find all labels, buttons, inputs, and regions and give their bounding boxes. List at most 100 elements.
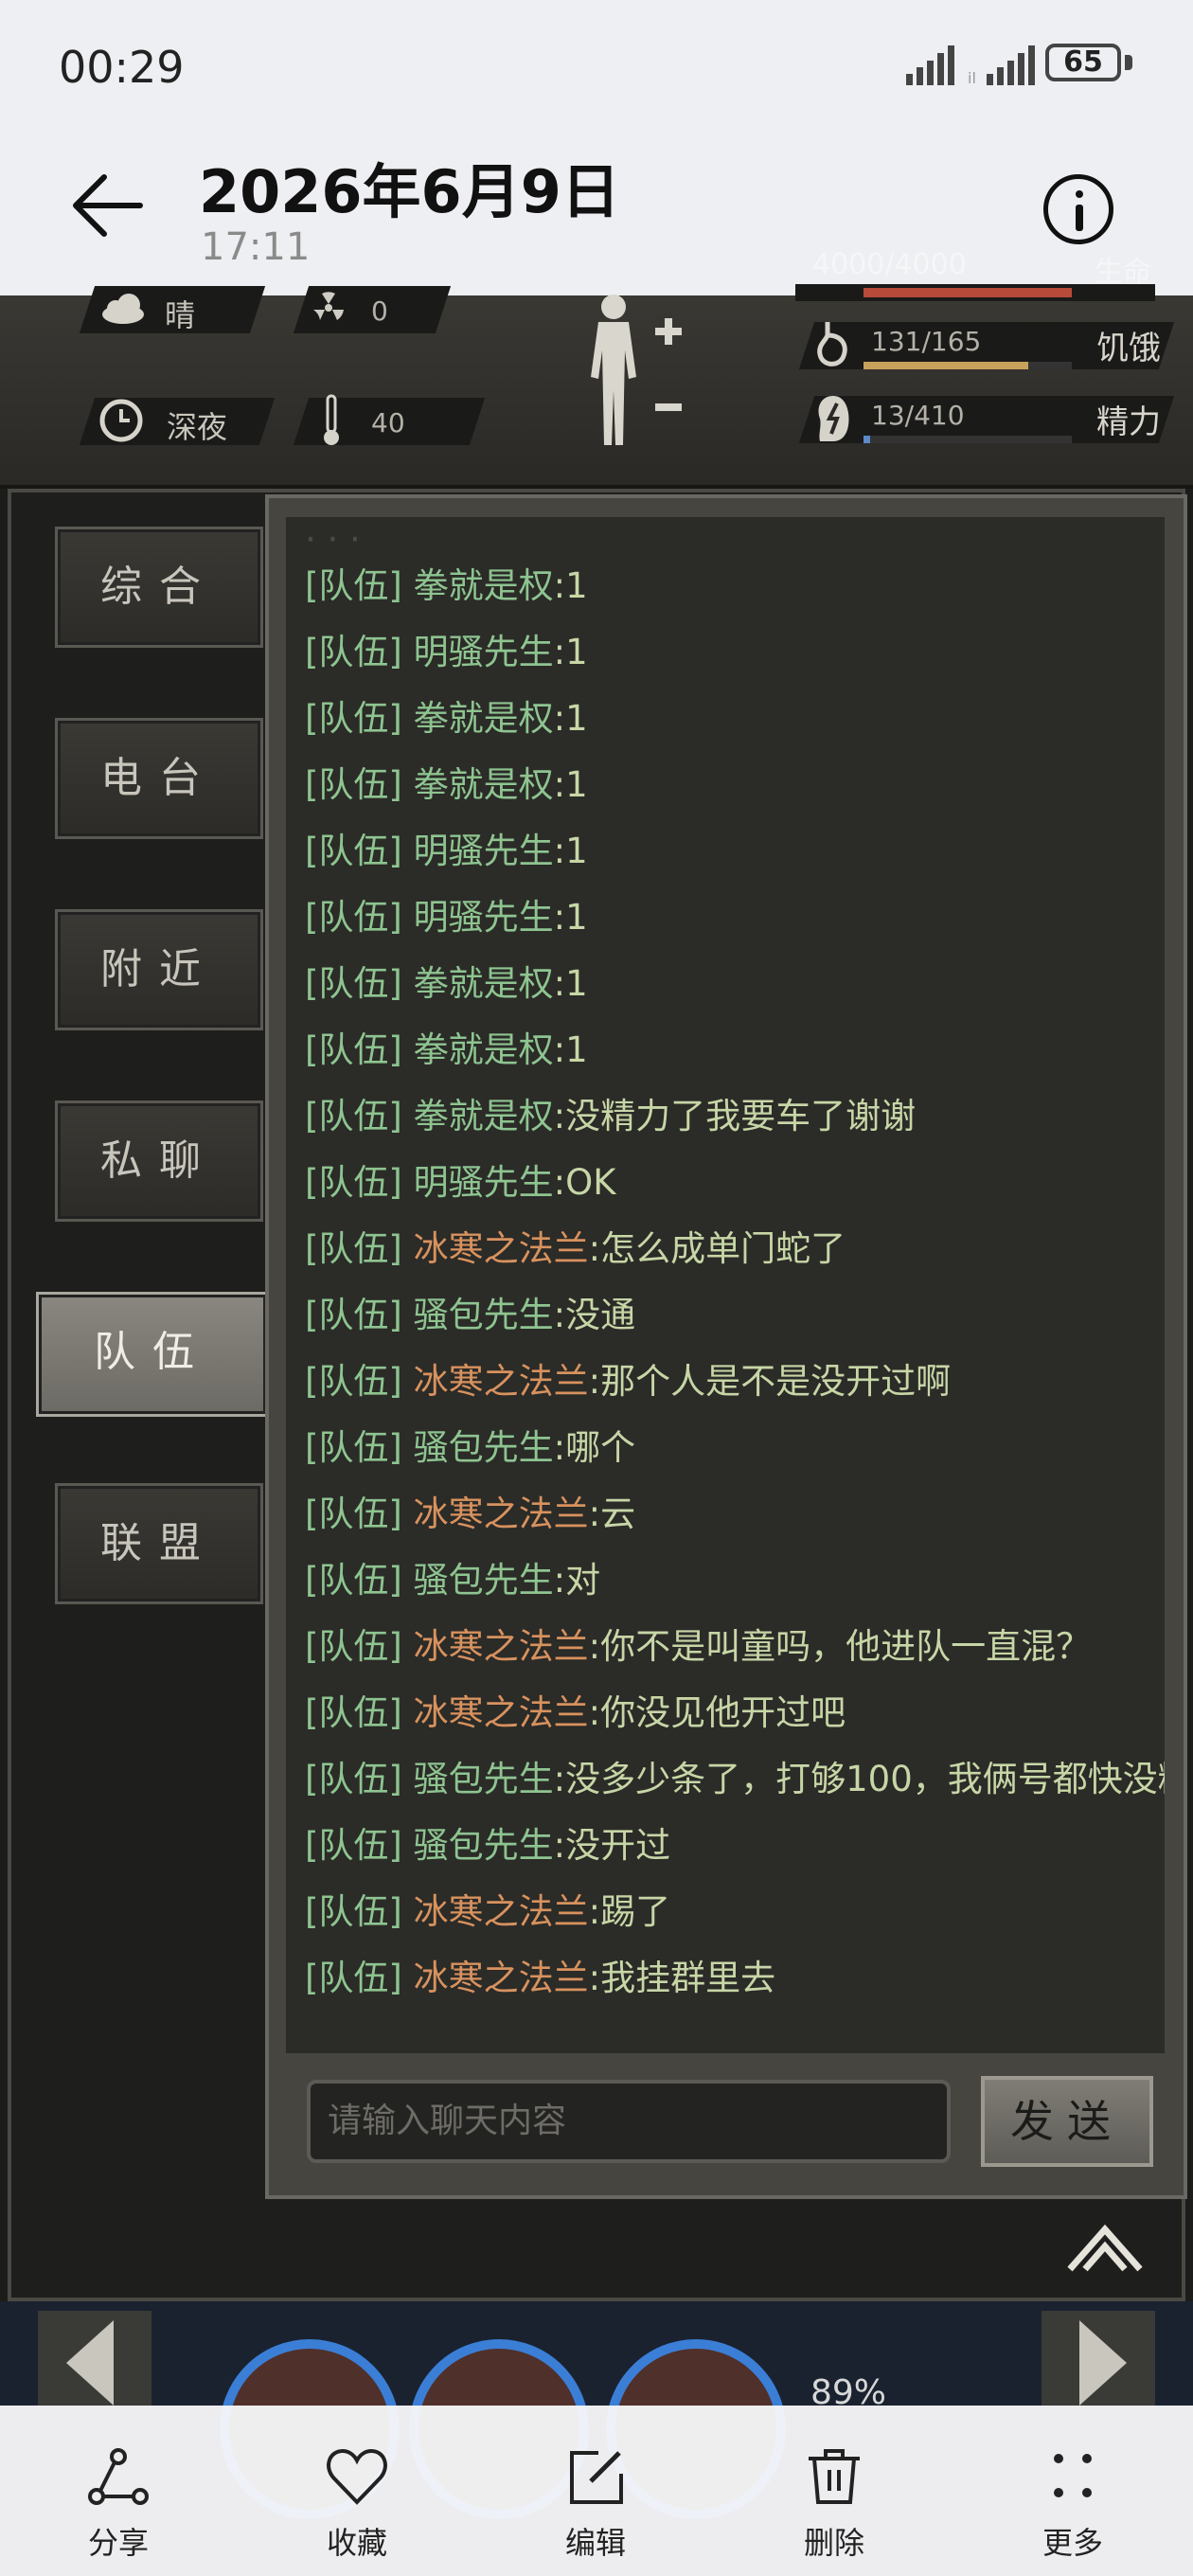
battery-level: 65	[1063, 45, 1103, 79]
tab-private[interactable]: 私聊	[55, 1100, 263, 1222]
chat-message: [队伍] 拳就是权:1	[305, 955, 588, 1006]
chat-message: [队伍] 拳就是权:1	[305, 1021, 588, 1072]
chat-message-text: 1	[565, 632, 588, 672]
chat-channel-tag: [队伍]	[305, 1029, 402, 1070]
chat-log[interactable]: · · · [队伍] 拳就是权:1 [队伍] 明骚先生:1 [队伍] 拳就是权:1[…	[286, 517, 1165, 2053]
delete-button[interactable]: 删除	[763, 2443, 905, 2563]
chat-username: 骚包先生	[413, 1295, 554, 1335]
chat-username: 拳就是权	[413, 1029, 554, 1070]
chat-message-clipped: · · ·	[305, 519, 361, 560]
tab-alliance[interactable]: 联盟	[55, 1483, 263, 1604]
skill-bar	[0, 2301, 1193, 2415]
chat-username: 冰寒之法兰	[413, 1958, 589, 1998]
time-of-day-text: 深夜	[167, 409, 228, 445]
chat-username: 冰寒之法兰	[413, 1361, 589, 1402]
info-bar	[1076, 205, 1083, 231]
chat-message: [队伍] 冰寒之法兰:我挂群里去	[305, 1949, 775, 2000]
chat-message-text: 1	[565, 963, 588, 1004]
chat-separator: :	[588, 1361, 601, 1402]
chat-separator: :	[553, 1096, 566, 1136]
chat-message-text: 哪个	[565, 1427, 636, 1468]
chat-channel-tag: [队伍]	[305, 1162, 402, 1203]
chat-message: [队伍] 骚包先生:没通	[305, 1286, 635, 1337]
life-label: 生命	[1095, 256, 1151, 289]
chat-message-text: 没精力了我要车了谢谢	[565, 1096, 917, 1136]
more-button[interactable]: 更多	[1002, 2443, 1144, 2563]
collapse-up-icon[interactable]	[1066, 2222, 1144, 2273]
thermometer-icon	[324, 394, 339, 445]
page-subtitle: 17:11	[201, 225, 311, 269]
send-button[interactable]: 发送	[981, 2076, 1153, 2167]
life-bar	[864, 288, 1072, 297]
battery-icon: 65	[1045, 44, 1121, 81]
clock-icon	[99, 399, 143, 442]
temperature-value: 40	[371, 407, 405, 438]
info-icon[interactable]	[1043, 174, 1113, 244]
chat-username: 拳就是权	[413, 698, 554, 739]
tab-team[interactable]: 队伍	[36, 1292, 269, 1417]
tab-radio[interactable]: 电台	[55, 718, 263, 839]
chat-separator: :	[553, 963, 566, 1004]
chat-username: 骚包先生	[413, 1560, 554, 1601]
tab-general[interactable]: 综合	[55, 527, 263, 648]
body-status-icon[interactable]	[574, 290, 687, 451]
svg-text:il: il	[968, 69, 976, 87]
chat-channel-tag: [队伍]	[305, 1891, 402, 1932]
tab-nearby[interactable]: 附近	[55, 909, 263, 1030]
chat-message-text: 没通	[565, 1295, 636, 1335]
radiation-value: 0	[371, 295, 388, 327]
chat-channel-tag: [队伍]	[305, 1560, 402, 1601]
page-title: 2026年6月9日	[199, 157, 620, 226]
chat-message-text: 1	[565, 565, 588, 606]
chat-channel-tag: [队伍]	[305, 1626, 402, 1667]
signal-icon	[906, 45, 954, 85]
right-arrow-icon[interactable]	[1042, 2311, 1155, 2406]
chat-message: [队伍] 骚包先生:没多少条了，打够100，我俩号都快没精力	[305, 1750, 1165, 1801]
battery-tip	[1125, 55, 1132, 70]
chat-username: 冰寒之法兰	[413, 1891, 589, 1932]
chat-channel-tag: [队伍]	[305, 897, 402, 938]
share-button[interactable]: 分享	[47, 2443, 189, 2563]
chat-separator: :	[553, 632, 566, 672]
chat-message-text: 我挂群里去	[600, 1958, 776, 1998]
chat-message-text: 踢了	[600, 1891, 671, 1932]
chat-channel-tag: [队伍]	[305, 1759, 402, 1799]
chat-separator: :	[553, 1560, 566, 1601]
more-icon	[1054, 2454, 1092, 2497]
chat-separator: :	[553, 698, 566, 739]
chat-channel-tag: [队伍]	[305, 1958, 402, 1998]
chat-message-text: 没开过	[565, 1825, 671, 1866]
energy-bar	[864, 436, 870, 443]
chat-message: [队伍] 拳就是权:1	[305, 756, 588, 807]
chat-separator: :	[588, 1626, 601, 1667]
favorite-button[interactable]: 收藏	[286, 2443, 428, 2563]
chat-message-text: 1	[565, 897, 588, 938]
chat-channel-tag: [队伍]	[305, 963, 402, 1004]
chat-channel-tag: [队伍]	[305, 1361, 402, 1402]
chat-message-text: 你没见他开过吧	[600, 1692, 846, 1733]
chat-channel-tag: [队伍]	[305, 831, 402, 871]
chat-message: [队伍] 冰寒之法兰:那个人是不是没开过啊	[305, 1352, 951, 1404]
chat-channel-tag: [队伍]	[305, 698, 402, 739]
chat-message: [队伍] 冰寒之法兰:怎么成单门蛇了	[305, 1220, 846, 1271]
chat-channel-tag: [队伍]	[305, 1494, 402, 1534]
edit-button[interactable]: 编辑	[525, 2443, 667, 2563]
back-arrow-icon[interactable]	[66, 163, 151, 248]
brain-bolt-icon	[818, 396, 849, 441]
chat-separator: :	[588, 1891, 601, 1932]
energy-value: 13/410	[871, 400, 965, 431]
chat-message: [队伍] 拳就是权:没精力了我要车了谢谢	[305, 1087, 916, 1138]
edit-icon	[570, 2451, 623, 2504]
chat-separator: :	[553, 1427, 566, 1468]
chat-separator: :	[553, 1759, 566, 1799]
chat-separator: :	[553, 565, 566, 606]
chat-message: [队伍] 明骚先生:OK	[305, 1154, 616, 1205]
left-arrow-icon[interactable]	[38, 2311, 151, 2406]
chat-message-text: 1	[565, 764, 588, 805]
stomach-icon	[817, 322, 847, 367]
chat-channel-tag: [队伍]	[305, 1825, 402, 1866]
chat-message: [队伍] 冰寒之法兰:你不是叫童吗，他进队一直混？	[305, 1618, 1091, 1669]
chat-username: 拳就是权	[413, 764, 554, 805]
chat-input[interactable]: 请输入聊天内容	[307, 2080, 951, 2163]
chat-username: 冰寒之法兰	[413, 1494, 589, 1534]
